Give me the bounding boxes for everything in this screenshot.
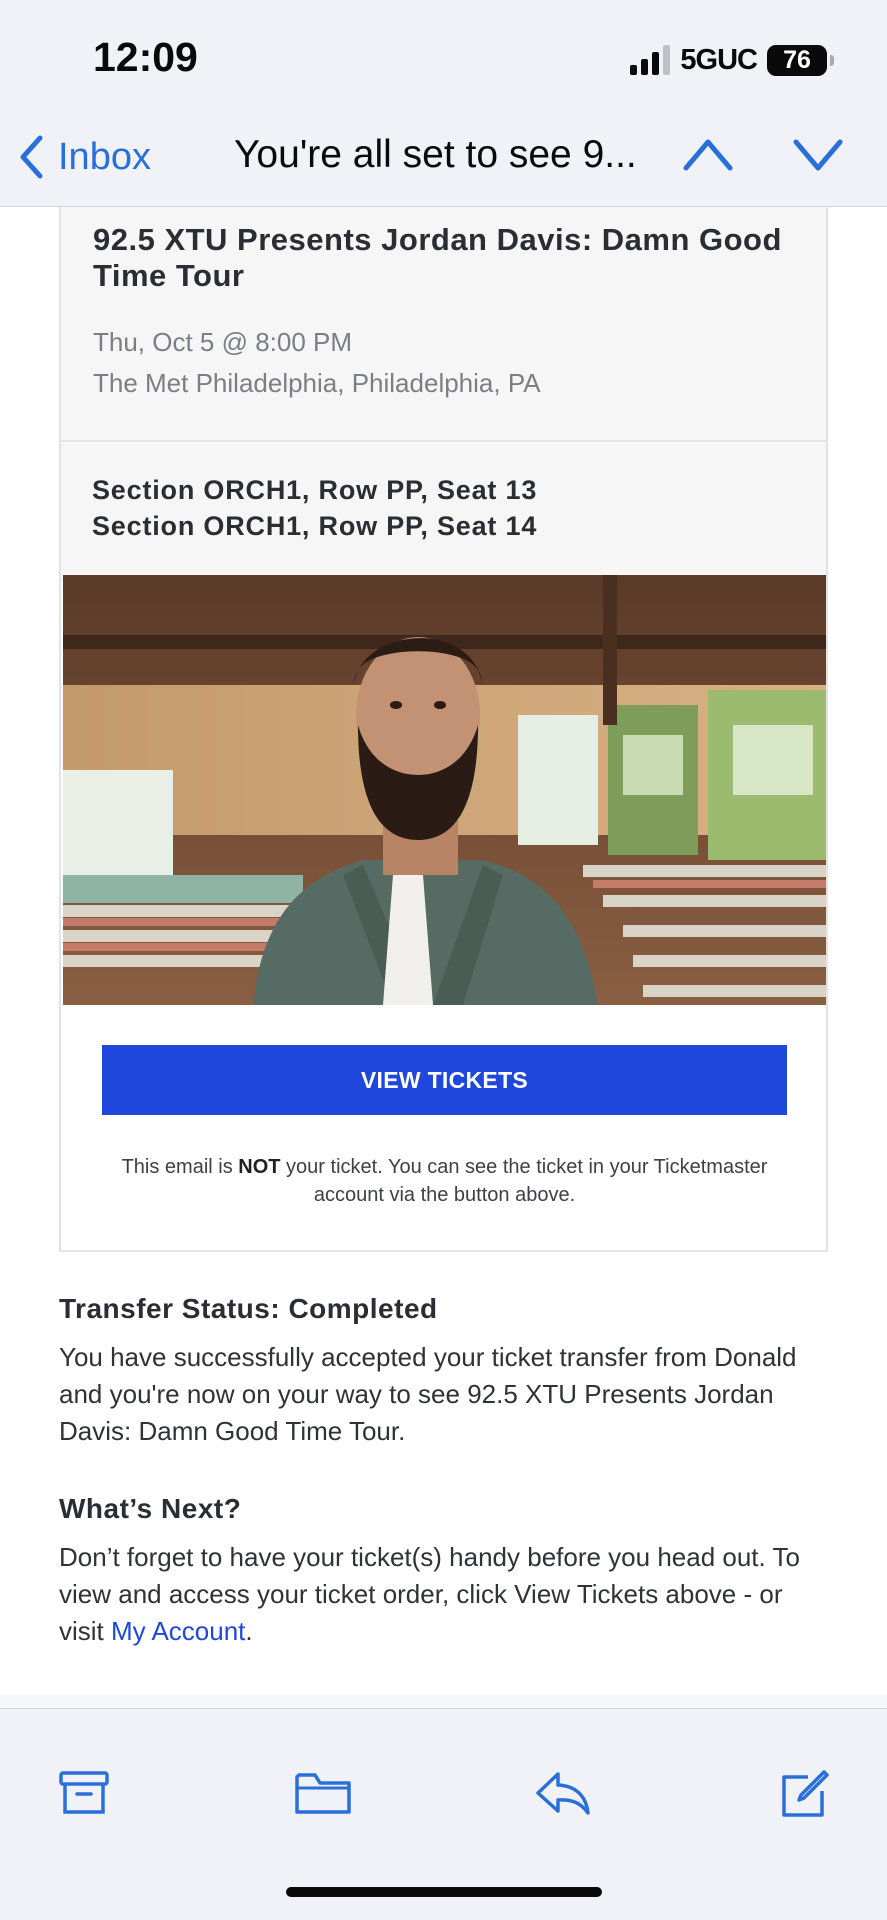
back-label: Inbox [58,135,151,178]
content-footer-strip [0,1695,887,1708]
seat-line: Section ORCH1, Row PP, Seat 14 [92,511,538,541]
archive-icon [59,1771,109,1814]
reply-button[interactable] [534,1769,592,1822]
email-subject-title: You're all set to see 9... [234,133,637,176]
seat-list: Section ORCH1, Row PP, Seat 13 Section O… [61,443,826,582]
view-tickets-button[interactable]: VIEW TICKETS [102,1045,787,1115]
disclaimer-emphasis: NOT [238,1156,281,1178]
network-label: 5GUC [680,43,758,76]
my-account-link[interactable]: My Account [111,1616,245,1646]
previous-message-button[interactable] [682,136,734,177]
disclaimer-suffix: your ticket. You can see the ticket in y… [280,1156,768,1206]
ticket-disclaimer: This email is NOT your ticket. You can s… [101,1153,788,1209]
transfer-status-body: You have successfully accepted your tick… [59,1342,797,1446]
whats-next-body: Don’t forget to have your ticket(s) hand… [59,1539,834,1650]
chevron-up-icon [683,139,733,171]
signal-strength-icon [630,45,671,75]
archive-button[interactable] [58,1769,110,1822]
whats-next-heading: What’s Next? [59,1493,242,1524]
reply-icon [536,1772,590,1815]
back-to-inbox-button[interactable]: Inbox [18,130,151,184]
move-to-folder-button[interactable] [294,1769,352,1822]
seat-line: Section ORCH1, Row PP, Seat 13 [92,475,538,505]
disclaimer-prefix: This email is [121,1156,239,1178]
ticket-card: 92.5 XTU Presents Jordan Davis: Damn Goo… [59,207,828,1252]
status-time: 12:09 [93,34,198,80]
event-venue: The Met Philadelphia, Philadelphia, PA [93,368,541,398]
whats-next-period: . [245,1616,253,1646]
battery-level: 76 [783,45,811,74]
battery-icon: 76 [767,44,834,76]
transfer-status-heading: Transfer Status: Completed [59,1293,438,1324]
artist-photo [63,575,826,1005]
chevron-down-icon [793,139,843,171]
top-chrome: 12:09 5GUC 76 Inbox You're all set to se… [0,0,887,207]
folder-icon [295,1773,351,1814]
event-details: 92.5 XTU Presents Jordan Davis: Damn Goo… [61,207,826,442]
artist-photo-illustration [63,575,826,1005]
compose-icon [782,1770,829,1817]
compose-button[interactable] [778,1769,830,1826]
event-date: Thu, Oct 5 @ 8:00 PM [93,327,353,357]
status-indicators: 5GUC 76 [630,40,834,80]
home-indicator[interactable] [286,1887,602,1897]
event-title: 92.5 XTU Presents Jordan Davis: Damn Goo… [93,222,782,293]
chevron-left-icon [20,135,43,179]
next-message-button[interactable] [792,136,844,177]
